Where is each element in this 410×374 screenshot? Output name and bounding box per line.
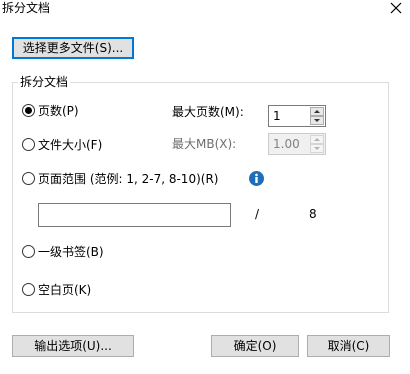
max-mb-value[interactable]: 1.00: [273, 136, 300, 152]
close-icon[interactable]: [388, 0, 404, 16]
radio-blank-page[interactable]: [22, 282, 35, 296]
ok-button[interactable]: 确定(O): [211, 335, 299, 357]
dialog-title: 拆分文档: [2, 1, 51, 15]
radio-file-size[interactable]: [22, 137, 35, 151]
radio-page-range[interactable]: [22, 171, 35, 185]
radio-pages[interactable]: [22, 103, 35, 117]
arrow-down-icon: [314, 147, 320, 150]
max-mb-spinner[interactable]: 1.00: [268, 133, 326, 155]
max-pages-spinner[interactable]: 1: [268, 105, 326, 127]
split-document-dialog: 拆分文档 选择更多文件(S)... 拆分文档 页数(P) 最大页数(M): 1 …: [0, 0, 410, 374]
radio-blank-page-label: 空白页(K): [38, 282, 92, 297]
arrow-up-icon: [314, 138, 320, 141]
select-more-files-button[interactable]: 选择更多文件(S)...: [12, 37, 134, 59]
arrow-down-icon: [314, 119, 320, 122]
cancel-button[interactable]: 取消(C): [307, 335, 390, 357]
output-options-button[interactable]: 输出选项(U)...: [12, 335, 134, 357]
radio-pages-row[interactable]: 页数(P): [22, 102, 79, 118]
arrow-up-icon: [314, 110, 320, 113]
max-pages-label: 最大页数(M):: [172, 105, 244, 119]
total-pages-count: 8: [309, 207, 317, 221]
groupbox-title: 拆分文档: [18, 74, 71, 90]
radio-page-range-row[interactable]: 页面范围 (范例: 1, 2-7, 8-10)(R): [22, 170, 218, 186]
radio-file-size-row[interactable]: 文件大小(F): [22, 136, 102, 152]
radio-pages-label: 页数(P): [38, 103, 79, 118]
max-mb-label: 最大MB(X):: [172, 137, 237, 151]
radio-bookmark-label: 一级书签(B): [38, 244, 104, 259]
max-pages-value[interactable]: 1: [273, 108, 281, 124]
page-range-input[interactable]: [38, 203, 231, 227]
max-mb-decrement-button[interactable]: [310, 144, 324, 153]
max-mb-increment-button[interactable]: [310, 135, 324, 144]
range-separator: /: [255, 207, 260, 221]
radio-file-size-label: 文件大小(F): [38, 137, 103, 152]
max-pages-increment-button[interactable]: [310, 107, 324, 116]
radio-blank-page-row[interactable]: 空白页(K): [22, 281, 91, 297]
max-pages-decrement-button[interactable]: [310, 116, 324, 125]
info-icon[interactable]: [249, 171, 264, 186]
radio-bookmark[interactable]: [22, 244, 35, 258]
radio-page-range-label: 页面范围 (范例: 1, 2-7, 8-10)(R): [38, 171, 219, 186]
radio-bookmark-row[interactable]: 一级书签(B): [22, 243, 104, 259]
